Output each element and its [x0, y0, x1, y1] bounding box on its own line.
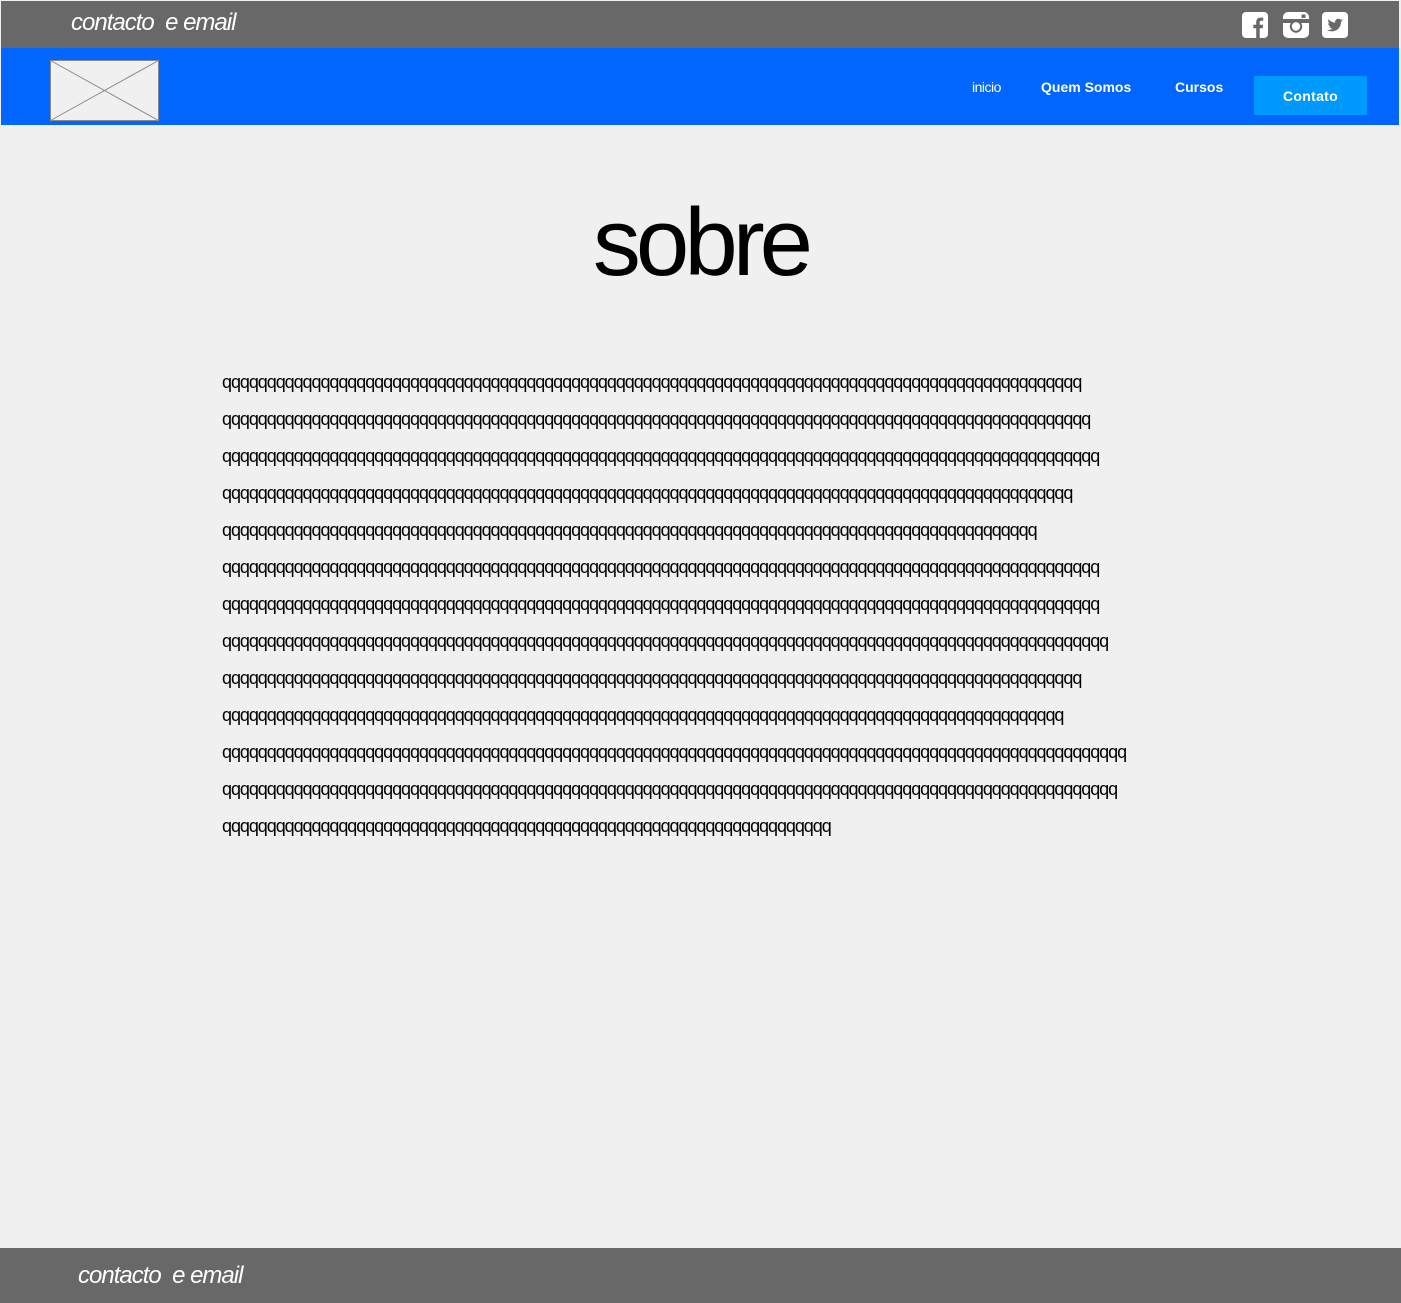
text-line: qqqqqqqqqqqqqqqqqqqqqqqqqqqqqqqqqqqqqqqq…	[222, 594, 1100, 614]
about-text-block: qqqqqqqqqqqqqqqqqqqqqqqqqqqqqqqqqqqqqqqq…	[222, 364, 1222, 845]
top-contact-bar: contacto e email	[1, 1, 1399, 48]
main-navbar: inicio Quem Somos Cursos Contato	[1, 48, 1399, 125]
text-line: qqqqqqqqqqqqqqqqqqqqqqqqqqqqqqqqqqqqqqqq…	[222, 483, 1073, 503]
text-line: qqqqqqqqqqqqqqqqqqqqqqqqqqqqqqqqqqqqqqqq…	[222, 557, 1100, 577]
text-line: qqqqqqqqqqqqqqqqqqqqqqqqqqqqqqqqqqqqqqqq…	[222, 742, 1127, 762]
text-line: qqqqqqqqqqqqqqqqqqqqqqqqqqqqqqqqqqqqqqqq…	[222, 409, 1091, 429]
nav-link-quem-somos[interactable]: Quem Somos	[1041, 78, 1131, 96]
nav-link-inicio[interactable]: inicio	[972, 78, 1001, 96]
instagram-icon[interactable]	[1283, 12, 1309, 38]
topbar-contact-text: contacto e email	[71, 9, 236, 36]
text-line: qqqqqqqqqqqqqqqqqqqqqqqqqqqqqqqqqqqqqqqq…	[222, 668, 1082, 688]
footer: contacto e email	[0, 1248, 1401, 1303]
text-line: qqqqqqqqqqqqqqqqqqqqqqqqqqqqqqqqqqqqqqqq…	[222, 372, 1082, 392]
nav-link-cursos[interactable]: Cursos	[1175, 78, 1223, 96]
page-title: sobre	[592, 189, 813, 296]
footer-contact-text: contacto e email	[78, 1262, 243, 1289]
text-line: qqqqqqqqqqqqqqqqqqqqqqqqqqqqqqqqqqqqqqqq…	[222, 779, 1118, 799]
facebook-icon[interactable]	[1242, 12, 1268, 38]
text-line: qqqqqqqqqqqqqqqqqqqqqqqqqqqqqqqqqqqqqqqq…	[222, 631, 1109, 651]
logo-placeholder-icon[interactable]	[50, 60, 159, 121]
text-line: qqqqqqqqqqqqqqqqqqqqqqqqqqqqqqqqqqqqqqqq…	[222, 816, 832, 836]
text-line: qqqqqqqqqqqqqqqqqqqqqqqqqqqqqqqqqqqqqqqq…	[222, 446, 1100, 466]
twitter-icon[interactable]	[1322, 12, 1348, 38]
text-line: qqqqqqqqqqqqqqqqqqqqqqqqqqqqqqqqqqqqqqqq…	[222, 520, 1038, 540]
text-line: qqqqqqqqqqqqqqqqqqqqqqqqqqqqqqqqqqqqqqqq…	[222, 705, 1064, 725]
contato-button[interactable]: Contato	[1254, 76, 1367, 115]
